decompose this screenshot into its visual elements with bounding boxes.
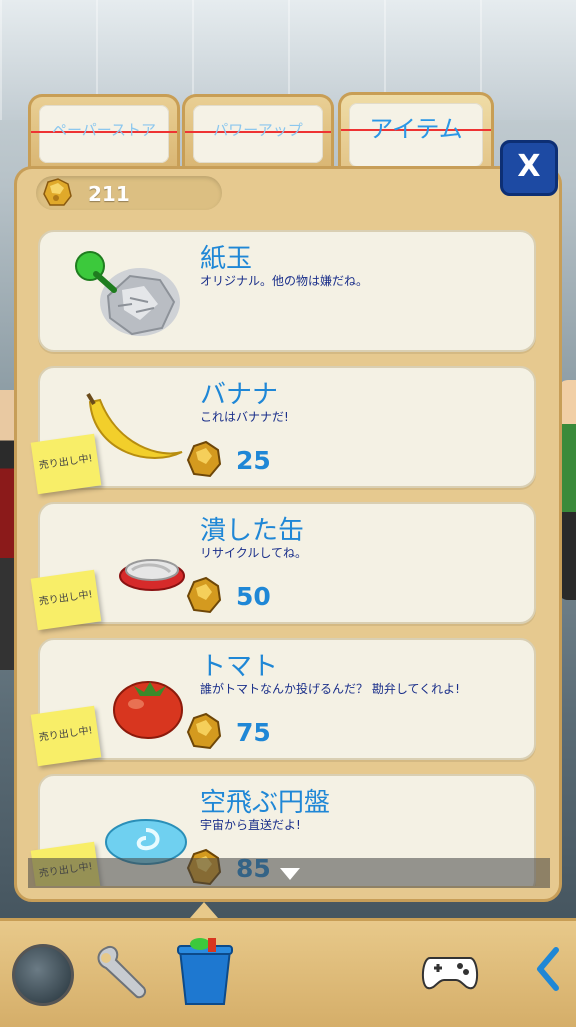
gold-nugget-icon [43,178,72,206]
gold-nugget-icon [186,712,222,750]
tab-power-up[interactable]: パワーアップ [182,94,334,171]
item-title: 紙玉 [200,244,253,274]
item-price: 25 [236,446,271,475]
tab-label: ペーパーストア [51,121,157,139]
list-item[interactable]: 売り出し中! バナナ これはバナナだ! 25 [30,366,536,495]
tab-paper-store[interactable]: ペーパーストア [28,94,180,171]
item-list[interactable]: 紙玉 オリジナル。他の物は嫌だね。 売り出し中! バナナ これはバナナだ! 25… [28,218,548,886]
coin-count: 211 [88,182,130,206]
trash-can-icon[interactable] [172,936,238,1008]
paper-ball-icon [75,251,180,336]
tab-label: アイテム [369,115,463,143]
scroll-down-icon[interactable] [280,868,300,880]
coin-balance: 211 [36,176,222,210]
item-description: 宇宙から直送だよ! [200,818,301,832]
item-description: オリジナル。他の物は嫌だね。 [200,274,369,288]
bottom-toolbar [0,918,576,1027]
item-title: 空飛ぶ円盤 [200,788,331,818]
item-title: 潰した缶 [200,516,305,546]
list-item[interactable]: 売り出し中! トマト 誰がトマトなんか投げるんだ？ 勘弁してくれよ! 75 [30,638,536,767]
back-chevron-icon[interactable] [532,944,562,994]
office-scene-button[interactable] [12,944,74,1006]
close-button[interactable]: X [500,140,558,196]
tab-label: パワーアップ [213,121,303,139]
item-price: 75 [236,718,271,747]
gold-nugget-icon [186,576,222,614]
sale-sticky-note: 売り出し中! [30,433,102,495]
item-title: トマト [200,652,279,682]
tab-items[interactable]: アイテム [338,92,494,175]
item-description: これはバナナだ! [200,410,289,424]
sale-sticky-note: 売り出し中! [30,705,102,767]
toolbar-notch [190,902,218,918]
sale-sticky-note: 売り出し中! [30,569,102,631]
gamepad-icon[interactable] [420,948,480,994]
item-title: バナナ [200,380,279,410]
item-description: 誰がトマトなんか投げるんだ？ 勘弁してくれよ! [200,682,460,696]
list-item[interactable]: 売り出し中! 潰した缶 リサイクルしてね。 50 [30,502,536,631]
item-description: リサイクルしてね。 [200,546,308,560]
list-item[interactable]: 紙玉 オリジナル。他の物は嫌だね。 [38,230,536,352]
item-price: 50 [236,582,271,611]
gold-nugget-icon [186,440,222,478]
wrench-icon[interactable] [92,942,156,1002]
